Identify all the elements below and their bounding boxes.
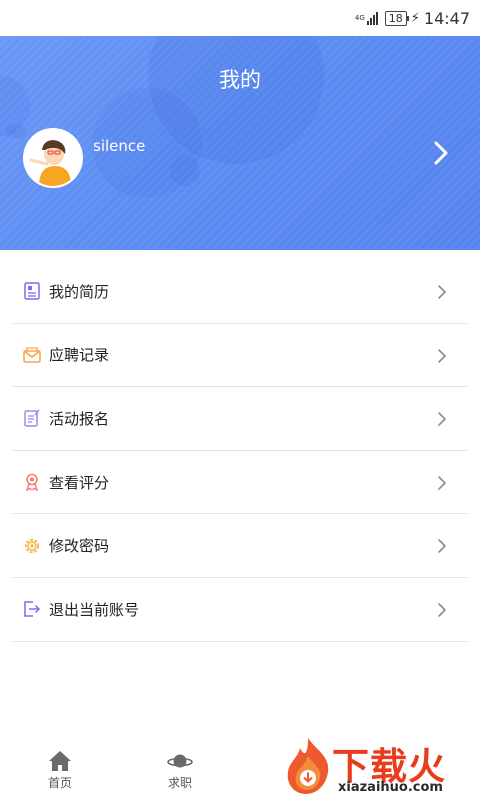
menu-item-change-password[interactable]: 修改密码 [13,514,467,578]
chevron-right-icon [438,475,447,490]
envelope-icon [23,346,41,364]
flame-logo-icon [287,738,329,794]
battery-icon: 18 [384,10,409,26]
tab-home[interactable]: 首页 [30,748,90,791]
resume-icon [23,282,41,301]
username[interactable]: silence [93,137,145,155]
chevron-right-icon [438,412,447,426]
menu-item-logout[interactable]: 退出当前账号 [13,578,467,642]
network-type-label: 4G [354,13,365,22]
menu-item-applications[interactable]: 应聘记录 [13,324,467,388]
signup-icon [23,409,41,428]
home-icon [49,751,71,771]
tab-label: 首页 [47,776,72,790]
signal-icon [366,11,379,25]
decor-bubble [170,156,200,186]
profile-header: 我的 silence [0,36,480,250]
charging-icon: ⚡ [410,10,420,26]
menu-item-view-score[interactable]: 查看评分 [13,451,467,515]
page-title: 我的 [219,68,261,92]
decor-bubble [6,124,26,138]
chevron-right-icon [438,348,447,363]
signal-indicator: 4G [355,11,379,25]
avatar-illustration [25,130,81,186]
menu-item-label: 应聘记录 [49,346,110,365]
menu-item-label: 我的简历 [49,282,110,301]
status-bar: 4G 18 ⚡ 14:47 [0,0,480,36]
avatar[interactable] [23,128,83,188]
tab-job-search[interactable]: 求职 [150,748,210,791]
clock: 14:47 [423,8,470,28]
battery-indicator: 18 ⚡ [384,10,420,26]
award-icon [23,473,41,492]
planet-icon [167,754,193,768]
chevron-right-icon [438,539,447,554]
menu-list: 我的简历 应聘记录 活动报名 查看评分 修改密码 退出当前账号 [0,260,480,642]
menu-item-label: 修改密码 [49,537,110,556]
menu-item-label: 查看评分 [49,473,110,492]
watermark: 下载火 xiazaihuo.com [282,732,480,800]
menu-item-label: 退出当前账号 [49,600,140,619]
chevron-right-icon [438,285,447,299]
tab-label: 求职 [167,776,192,790]
chevron-right-icon [438,603,447,617]
menu-item-event-signup[interactable]: 活动报名 [13,387,467,451]
menu-item-resume[interactable]: 我的简历 [13,260,467,324]
watermark-url: xiazaihuo.com [338,780,443,795]
chevron-right-icon[interactable] [430,140,452,166]
menu-item-label: 活动报名 [49,409,110,428]
gear-icon [23,537,41,555]
logout-icon [23,600,41,618]
